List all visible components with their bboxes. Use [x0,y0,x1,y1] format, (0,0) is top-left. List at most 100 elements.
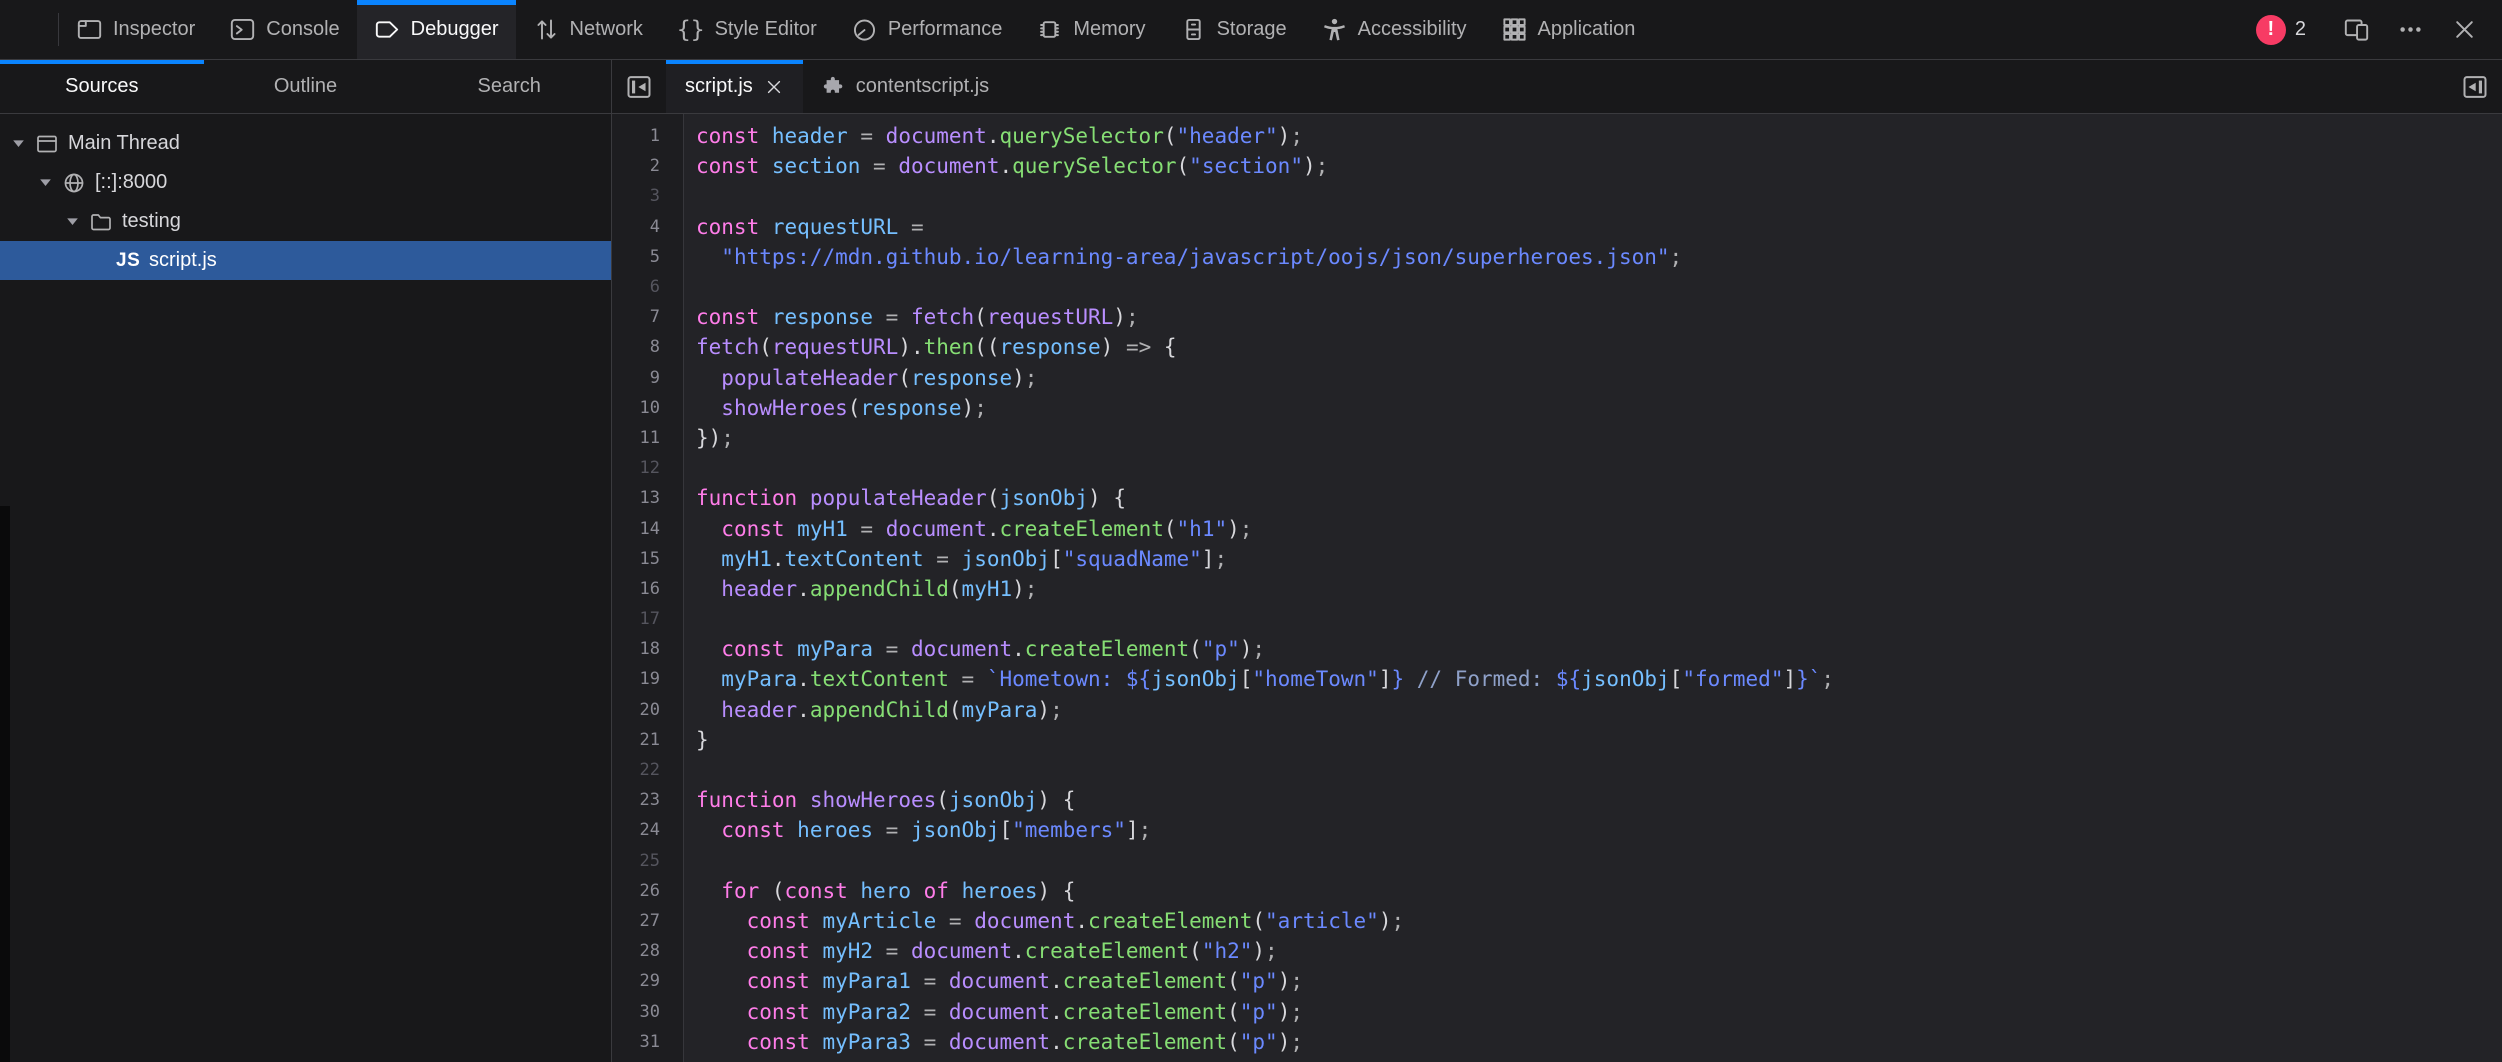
code-text: function showHeroes(jsonObj) { [683,788,1075,812]
toolbox-tab-accessibility[interactable]: Accessibility [1304,0,1484,59]
code-token: ; [1391,909,1404,933]
close-toolbox-button[interactable] [2445,15,2484,44]
code-token: ) [1037,698,1050,722]
code-token: myPara [962,698,1038,722]
panel-tab-search[interactable]: Search [407,60,611,113]
line-number[interactable]: 25 [612,851,683,871]
line-number[interactable]: 2 [612,156,683,176]
expand-twisty-icon[interactable] [37,174,54,191]
code-token: ( [949,698,962,722]
line-number[interactable]: 3 [612,186,683,206]
line-number[interactable]: 5 [612,247,683,267]
line-number[interactable]: 12 [612,458,683,478]
line-number[interactable]: 19 [612,669,683,689]
editor-tab-contentscript-js[interactable]: contentscript.js [803,60,1008,113]
line-number[interactable]: 14 [612,519,683,539]
code-token: "https://mdn.github.io/learning-area/jav… [721,245,1669,269]
toolbox-tab-label: Console [266,18,339,41]
line-number[interactable]: 28 [612,941,683,961]
toolbox-tab-memory[interactable]: Memory [1019,0,1162,59]
line-number[interactable]: 1 [612,126,683,146]
responsive-design-mode-icon [2343,16,2370,43]
expand-twisty-icon[interactable] [64,213,81,230]
line-number[interactable]: 11 [612,428,683,448]
line-number[interactable]: 16 [612,579,683,599]
error-badge[interactable]: ! [2256,15,2286,45]
editor-tab-script-js[interactable]: script.js [666,60,803,113]
sources-tree-panel: Main Thread[::]:8000testingJSscript.js [0,114,612,1062]
toolbox-tab-label: Inspector [113,18,195,41]
toolbar-right: ! 2 [2256,0,2502,59]
code-token: of [924,879,949,903]
panel-tab-sources[interactable]: Sources [0,60,204,113]
line-number[interactable]: 10 [612,398,683,418]
meatball-menu-button[interactable] [2391,15,2430,44]
toolbox-tab-styleeditor[interactable]: {}Style Editor [660,0,834,59]
code-token: ) [1278,1030,1291,1054]
code-token: "h2" [1202,939,1253,963]
code-token: const [747,909,810,933]
line-number[interactable]: 21 [612,730,683,750]
line-number[interactable]: 29 [612,971,683,991]
code-text: const myArticle = document.createElement… [683,909,1404,933]
toolbox-tab-label: Memory [1073,18,1145,41]
code-line-17: 17 [612,604,2502,634]
line-number[interactable]: 20 [612,700,683,720]
console-icon [229,16,256,43]
expand-twisty-icon[interactable] [10,135,27,152]
code-text: header.appendChild(myPara); [683,698,1063,722]
line-number[interactable]: 22 [612,760,683,780]
toolbox-tab-inspector[interactable]: Inspector [59,0,212,59]
code-token: ) [1252,939,1265,963]
tree-item-script-js[interactable]: JSscript.js [0,241,611,280]
code-token: document [898,154,999,178]
line-number[interactable]: 26 [612,881,683,901]
code-token: ; [1316,154,1329,178]
code-token: ; [1290,1000,1303,1024]
line-number[interactable]: 27 [612,911,683,931]
tree-item-8000[interactable]: [::]:8000 [0,163,611,202]
code-token: ( [974,305,987,329]
line-number[interactable]: 15 [612,549,683,569]
line-number[interactable]: 17 [612,609,683,629]
collapse-side-panes-button[interactable] [2448,60,2502,113]
line-number[interactable]: 4 [612,217,683,237]
code-token: response [911,366,1012,390]
code-token [696,879,721,903]
toolbox-tab-debugger[interactable]: Debugger [357,0,516,59]
line-number[interactable]: 9 [612,368,683,388]
tree-item-testing[interactable]: testing [0,202,611,241]
toolbox-tab-application[interactable]: Application [1484,0,1653,59]
code-token: header [721,698,797,722]
code-line-18: 18 const myPara = document.createElement… [612,634,2502,664]
responsive-design-mode-button[interactable] [2337,15,2376,44]
line-number[interactable]: 31 [612,1032,683,1052]
line-number[interactable]: 13 [612,488,683,508]
panel-tab-outline[interactable]: Outline [204,60,408,113]
code-text: const myPara = document.createElement("p… [683,637,1265,661]
toolbox-tab-label: Accessibility [1358,18,1467,41]
close-tab-icon[interactable] [764,77,784,97]
line-number[interactable]: 8 [612,337,683,357]
line-number[interactable]: 7 [612,307,683,327]
line-number[interactable]: 6 [612,277,683,297]
collapse-sources-icon [625,73,653,101]
toolbox-tab-storage[interactable]: Storage [1163,0,1304,59]
toolbox-tab-console[interactable]: Console [212,0,356,59]
element-picker-button[interactable] [0,0,58,59]
code-token [810,939,823,963]
tree-item-main-thread[interactable]: Main Thread [0,124,611,163]
line-number[interactable]: 24 [612,820,683,840]
tree-item-label: [::]:8000 [95,171,167,194]
code-token: populateHeader [721,366,898,390]
source-editor[interactable]: 1const header = document.querySelector("… [612,114,2502,1062]
toolbox-tab-performance[interactable]: Performance [834,0,1020,59]
code-token: "article" [1265,909,1379,933]
toolbox-tab-network[interactable]: Network [516,0,660,59]
line-number[interactable]: 18 [612,639,683,659]
line-number[interactable]: 23 [612,790,683,810]
collapse-sources-panel-button[interactable] [612,60,666,113]
line-number[interactable]: 30 [612,1002,683,1022]
code-token: ) [1278,1000,1291,1024]
code-token [759,305,772,329]
